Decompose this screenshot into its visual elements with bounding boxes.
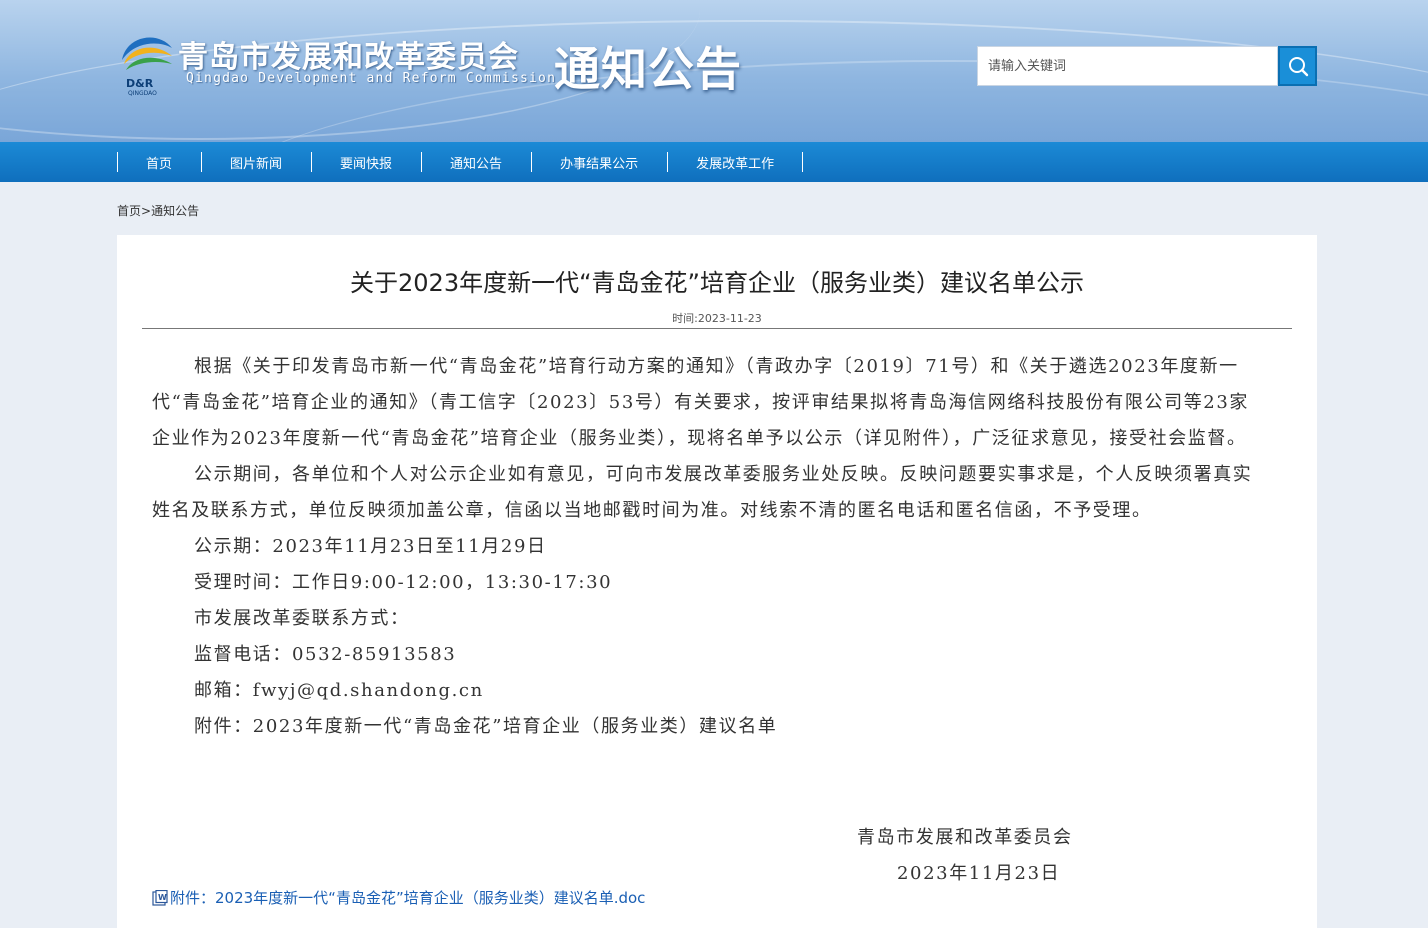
article-panel: 关于2023年度新一代“青岛金花”培育企业（服务业类）建议名单公示 时间:202… <box>117 235 1317 928</box>
supervision-phone: 监督电话：0532-85913583 <box>194 644 457 665</box>
nav-item-results[interactable]: 办事结果公示 <box>531 142 667 182</box>
breadcrumb-home[interactable]: 首页 <box>117 204 141 218</box>
attachment-link[interactable]: W 附件：2023年度新一代“青岛金花”培育企业（服务业类）建议名单.doc <box>152 887 645 908</box>
acceptance-hours: 受理时间：工作日9:00-12:00，13:30-17:30 <box>194 572 613 593</box>
article-time: 时间:2023-11-23 <box>672 312 762 325</box>
search-input[interactable] <box>977 46 1278 86</box>
article-title: 关于2023年度新一代“青岛金花”培育企业（服务业类）建议名单公示 <box>350 269 1084 297</box>
breadcrumb-current[interactable]: 通知公告 <box>151 204 199 218</box>
divider <box>142 328 1292 329</box>
breadcrumb: 首页>通知公告 <box>117 202 199 219</box>
svg-text:W: W <box>158 893 167 902</box>
logo-city: QINGDAO <box>128 90 157 97</box>
publicity-period: 公示期：2023年11月23日至11月29日 <box>194 536 547 557</box>
word-doc-icon: W <box>152 889 168 906</box>
logo-abbr: D&R <box>126 77 154 90</box>
nav-item-reform-work[interactable]: 发展改革工作 <box>667 142 804 182</box>
breadcrumb-separator: > <box>141 204 152 218</box>
nav-item-notices[interactable]: 通知公告 <box>421 142 531 182</box>
attachment-link-text[interactable]: 附件：2023年度新一代“青岛金花”培育企业（服务业类）建议名单.doc <box>170 887 645 908</box>
article-paragraph: 公示期间，各单位和个人对公示企业如有意见，可向市发展改革委服务业处反映。反映问题… <box>152 464 1253 521</box>
sign-date: 2023年11月23日 <box>897 863 1061 884</box>
sign-org: 青岛市发展和改革委员会 <box>857 827 1073 848</box>
org-name-en: Qingdao Development and Reform Commissio… <box>186 71 557 86</box>
nav-item-picture-news[interactable]: 图片新闻 <box>201 142 311 182</box>
nav-item-home[interactable]: 首页 <box>117 142 201 182</box>
section-title: 通知公告 <box>554 42 742 96</box>
email-line: 邮箱：fwyj@qd.shandong.cn <box>194 680 484 701</box>
article-paragraph: 根据《关于印发青岛市新一代“青岛金花”培育行动方案的通知》（青政办字〔2019〕… <box>152 356 1250 449</box>
nav-item-news-flash[interactable]: 要闻快报 <box>311 142 421 182</box>
attachment-note: 附件：2023年度新一代“青岛金花”培育企业（服务业类）建议名单 <box>194 716 778 737</box>
org-name-cn: 青岛市发展和改革委员会 <box>178 40 519 75</box>
main-nav: 首页 图片新闻 要闻快报 通知公告 办事结果公示 发展改革工作 <box>0 142 1428 182</box>
search-icon <box>1288 57 1308 77</box>
search-box <box>977 46 1317 86</box>
contact-heading: 市发展改革委联系方式： <box>194 608 410 629</box>
search-button[interactable] <box>1278 46 1317 86</box>
site-header: D&R QINGDAO 青岛市发展和改革委员会 Qingdao Developm… <box>0 0 1428 142</box>
article-body: 根据《关于印发青岛市新一代“青岛金花”培育行动方案的通知》（青政办字〔2019〕… <box>152 349 1267 745</box>
